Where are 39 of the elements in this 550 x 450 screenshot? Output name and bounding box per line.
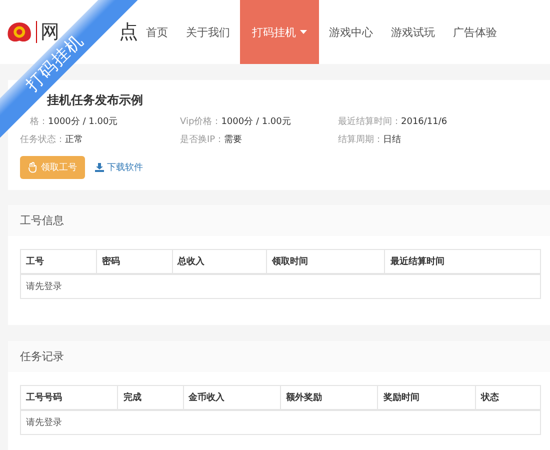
nav-item[interactable]: 游戏中心 bbox=[321, 0, 381, 64]
field-label: 结算周期： bbox=[338, 135, 383, 145]
section-title: 任务记录 bbox=[8, 341, 550, 372]
nav-item[interactable]: 广告体验 bbox=[445, 0, 505, 64]
column-header: 工号号码 bbox=[20, 386, 118, 410]
field-label: 任务状态： bbox=[20, 135, 65, 145]
nav-item[interactable]: 首页 bbox=[138, 0, 176, 64]
field-value: 需要 bbox=[224, 135, 242, 145]
column-header: 最近结算时间 bbox=[384, 250, 540, 274]
field-value: 日结 bbox=[383, 135, 401, 145]
download-link[interactable]: 下载软件 bbox=[95, 161, 143, 174]
field-label: 最近结算时间： bbox=[338, 117, 401, 127]
empty-message: 请先登录 bbox=[20, 410, 540, 434]
field-value: 1000分 / 1.00元 bbox=[221, 117, 291, 127]
column-header: 完成 bbox=[118, 386, 184, 410]
field-value: 1000分 / 1.00元 bbox=[48, 117, 118, 127]
column-header: 工号 bbox=[20, 250, 96, 274]
column-header: 密码 bbox=[96, 250, 172, 274]
column-header: 金币收入 bbox=[183, 386, 280, 410]
field-label: 格： bbox=[30, 117, 48, 127]
column-header: 额外奖励 bbox=[280, 386, 378, 410]
column-header: 领取时间 bbox=[266, 250, 385, 274]
download-icon bbox=[95, 163, 104, 172]
hand-icon bbox=[28, 162, 38, 173]
column-header: 总收入 bbox=[172, 250, 267, 274]
task-title: 挂机任务发布示例 bbox=[46, 92, 144, 109]
field-value: 正常 bbox=[65, 135, 83, 145]
field-label: 是否换IP： bbox=[180, 135, 224, 145]
field-value: 2016/11/6 bbox=[401, 117, 448, 127]
section-title: 工号信息 bbox=[8, 205, 550, 236]
nav-item[interactable]: 关于我们 bbox=[178, 0, 238, 64]
empty-message: 请先登录 bbox=[20, 274, 540, 298]
logo-icon bbox=[6, 20, 33, 44]
field-label: Vip价格： bbox=[180, 117, 222, 127]
column-header: 奖励时间 bbox=[378, 386, 476, 410]
nav-item[interactable]: 游戏试玩 bbox=[383, 0, 443, 64]
logo-text: 点 bbox=[119, 20, 138, 45]
column-header: 状态 bbox=[475, 386, 540, 410]
logo-text: 网 bbox=[40, 20, 60, 45]
